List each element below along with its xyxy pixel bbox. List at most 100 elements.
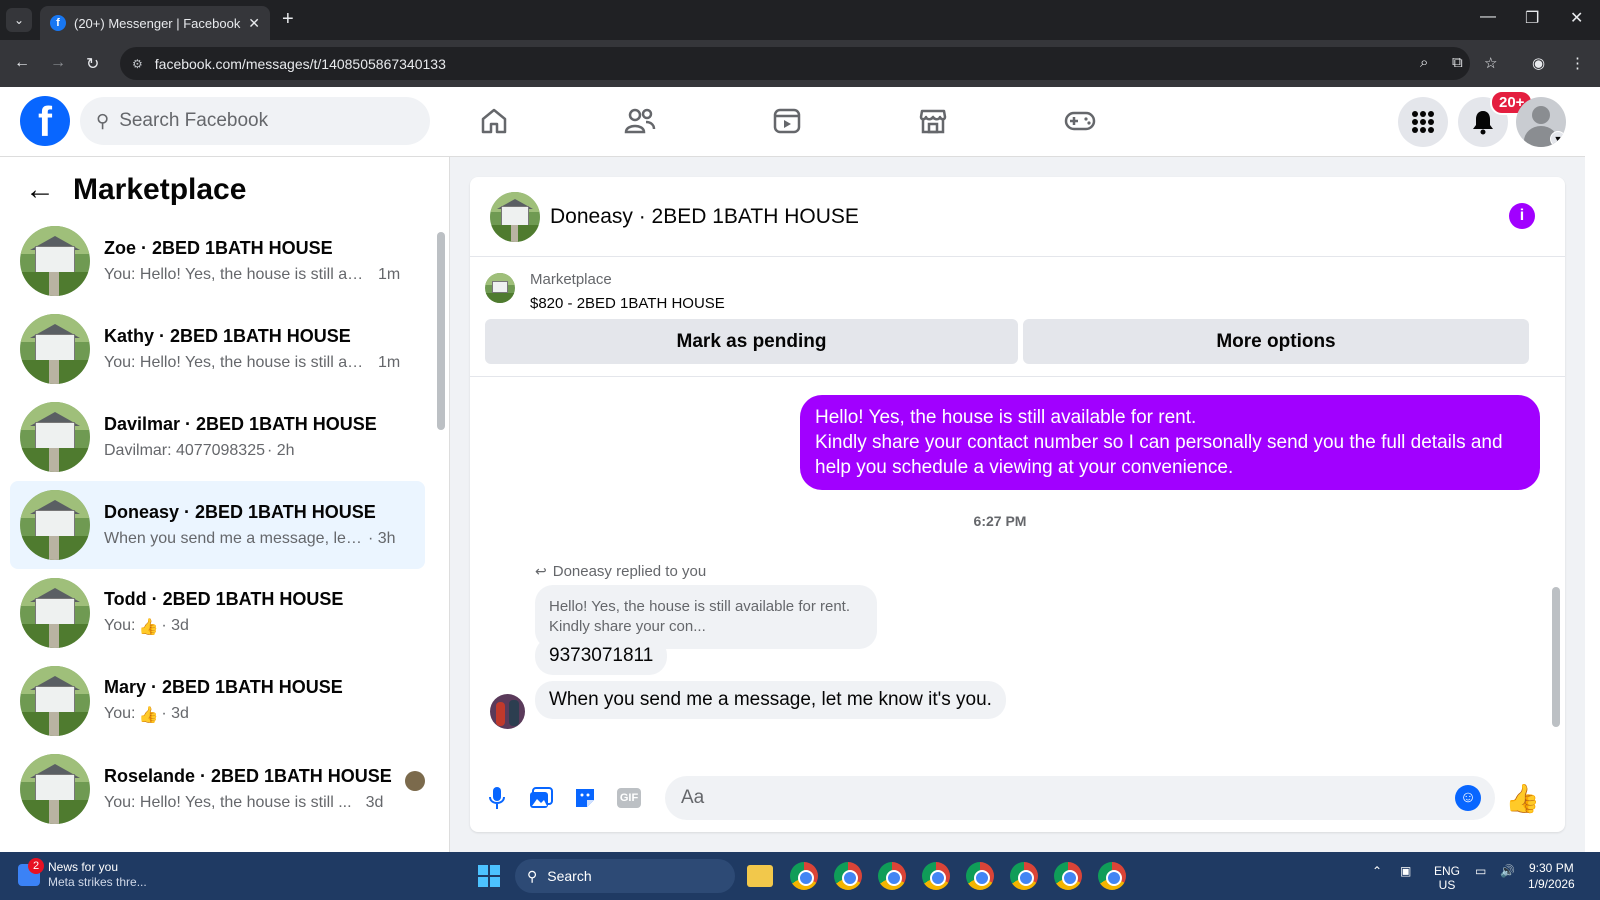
incoming-message-bubble[interactable]: When you send me a message, let me know … (535, 681, 1006, 719)
incoming-message-bubble[interactable]: 9373071811 (535, 637, 668, 675)
site-info-icon[interactable]: ⚙ (132, 57, 143, 71)
profile-icon[interactable]: ◉ (1532, 54, 1545, 72)
zoom-icon[interactable]: ⌕ (1420, 54, 1428, 71)
language-indicator[interactable]: ENG US (1434, 864, 1460, 892)
bookmark-star-icon[interactable]: ☆ (1484, 54, 1497, 72)
chrome-icon[interactable] (966, 862, 994, 890)
conversation-item-zoe[interactable]: Zoe · 2BED 1BATH HOUSE You: Hello! Yes, … (10, 217, 425, 305)
conversation-name: Kathy · 2BED 1BATH HOUSE (104, 326, 351, 346)
conversation-item-mary[interactable]: Mary · 2BED 1BATH HOUSE You: 👍 · 3d (10, 657, 425, 745)
facebook-logo-icon[interactable]: f (20, 96, 70, 146)
tray-app-icon[interactable]: ▣ (1400, 864, 1411, 878)
reload-icon[interactable]: ↻ (86, 54, 99, 74)
message-input[interactable] (665, 776, 1495, 820)
microphone-icon[interactable] (484, 785, 510, 811)
chrome-icon-active[interactable] (1098, 862, 1126, 890)
emoji-icon[interactable]: ☺ (1455, 785, 1481, 811)
friends-icon[interactable] (620, 103, 660, 139)
install-app-icon[interactable]: ⧉ (1452, 54, 1463, 71)
chat-title[interactable]: Doneasy · 2BED 1BATH HOUSE (550, 205, 859, 229)
message-line: Hello! Yes, the house is still available… (815, 407, 1197, 428)
conversation-time: 1m (378, 266, 401, 283)
chat-scrollbar[interactable] (1552, 587, 1560, 727)
chat-listing-thumbnail[interactable] (490, 191, 540, 242)
sender-avatar[interactable] (490, 694, 525, 729)
file-explorer-icon[interactable] (747, 865, 773, 887)
forward-icon[interactable]: → (50, 54, 66, 72)
windows-taskbar: 2 News for you Meta strikes thre... ⚲ Se… (0, 852, 1600, 900)
news-widget[interactable]: 2 News for you Meta strikes thre... (18, 858, 147, 890)
network-icon[interactable]: ▭ (1475, 864, 1486, 878)
menu-grid-icon[interactable] (1398, 97, 1448, 147)
marketplace-icon[interactable] (913, 103, 953, 139)
conversation-time: · 3d (161, 705, 189, 722)
outgoing-message-bubble[interactable]: Hello! Yes, the house is still available… (800, 395, 1540, 490)
news-subtitle: Meta strikes thre... (48, 875, 147, 889)
back-icon[interactable]: ← (14, 54, 30, 72)
conversation-time: 3d (365, 794, 384, 811)
chrome-icon[interactable] (1054, 862, 1082, 890)
tab-list-chevron-icon[interactable]: ⌄ (6, 8, 32, 32)
conversation-item-davilmar[interactable]: Davilmar · 2BED 1BATH HOUSE Davilmar: 40… (10, 393, 425, 481)
conversation-item-doneasy[interactable]: Doneasy · 2BED 1BATH HOUSE When you send… (10, 481, 425, 569)
conversation-item-todd[interactable]: Todd · 2BED 1BATH HOUSE You: 👍 · 3d (10, 569, 425, 657)
account-avatar[interactable]: ▼ (1516, 97, 1566, 147)
chat-window: Doneasy · 2BED 1BATH HOUSE i Marketplace… (470, 177, 1565, 832)
facebook-header: f ⚲ Search Facebook 20+ ▼ (0, 87, 1585, 157)
chrome-icon[interactable] (878, 862, 906, 890)
listing-thumbnail (20, 754, 90, 824)
chrome-icon[interactable] (922, 862, 950, 890)
close-window-icon[interactable]: ✕ (1570, 8, 1583, 28)
reply-arrow-icon: ↩ (535, 563, 547, 579)
clock-date: 1/9/2026 (1528, 877, 1575, 891)
conversation-time: · 3d (161, 617, 189, 634)
new-tab-icon[interactable]: + (282, 8, 294, 31)
url-text: facebook.com/messages/t/1408505867340133 (154, 55, 446, 72)
news-title: News for you (48, 860, 119, 874)
back-arrow-icon[interactable]: ← (25, 173, 55, 207)
conversation-name: Roselande · 2BED 1BATH HOUSE (104, 766, 392, 786)
chrome-icon[interactable] (790, 862, 818, 890)
message-thread: Hello! Yes, the house is still available… (470, 377, 1565, 762)
thumbs-up-icon: 👍 (138, 619, 159, 636)
video-icon[interactable] (767, 103, 807, 139)
gaming-icon[interactable] (1060, 103, 1100, 139)
restore-icon[interactable]: ❐ (1525, 8, 1539, 28)
reply-indicator: ↩ Doneasy replied to you (535, 563, 706, 580)
more-options-button[interactable]: More options (1023, 319, 1529, 364)
news-badge: 2 (28, 858, 44, 874)
chrome-icon[interactable] (1010, 862, 1038, 890)
mark-as-pending-button[interactable]: Mark as pending (485, 319, 1018, 364)
listing-title[interactable]: $820 - 2BED 1BATH HOUSE (530, 295, 725, 312)
conversation-name: Zoe · 2BED 1BATH HOUSE (104, 238, 333, 258)
volume-icon[interactable]: 🔊 (1500, 864, 1515, 878)
conversation-name: Mary · 2BED 1BATH HOUSE (104, 677, 343, 697)
system-clock[interactable]: 9:30 PM 1/9/2026 (1528, 860, 1575, 892)
tray-chevron-up-icon[interactable]: ⌃ (1372, 864, 1382, 878)
facebook-search-input[interactable]: ⚲ Search Facebook (80, 97, 430, 145)
url-field[interactable]: ⚙ facebook.com/messages/t/14085058673401… (120, 47, 1470, 80)
windows-start-icon[interactable] (478, 865, 500, 887)
chevron-down-icon: ▼ (1550, 131, 1566, 147)
browser-tab[interactable]: f (20+) Messenger | Facebook ✕ (40, 6, 270, 40)
taskbar-search[interactable]: ⚲ Search (515, 859, 735, 893)
clock-time: 9:30 PM (1529, 861, 1574, 875)
browser-menu-icon[interactable]: ⋮ (1570, 54, 1585, 72)
send-like-icon[interactable]: 👍 (1505, 782, 1540, 815)
page-scrollbar[interactable] (1588, 90, 1600, 852)
close-tab-icon[interactable]: ✕ (248, 15, 260, 32)
chrome-icon[interactable] (834, 862, 862, 890)
listing-thumbnail (20, 314, 90, 384)
conversation-item-kathy[interactable]: Kathy · 2BED 1BATH HOUSE You: Hello! Yes… (10, 305, 425, 393)
listing-thumbnail (20, 578, 90, 648)
minimize-icon[interactable]: — (1480, 8, 1496, 26)
conversation-item-roselande[interactable]: Roselande · 2BED 1BATH HOUSE You: Hello!… (10, 745, 425, 833)
sidebar-scrollbar[interactable] (437, 232, 445, 430)
home-icon[interactable] (474, 103, 514, 139)
listing-mini-thumbnail[interactable] (485, 273, 515, 303)
info-icon[interactable]: i (1509, 203, 1535, 229)
browser-address-bar: ← → ↻ ⚙ facebook.com/messages/t/14085058… (0, 40, 1600, 87)
photo-icon[interactable] (528, 785, 554, 811)
sticker-icon[interactable] (572, 785, 598, 811)
gif-icon[interactable]: GIF (616, 785, 642, 811)
